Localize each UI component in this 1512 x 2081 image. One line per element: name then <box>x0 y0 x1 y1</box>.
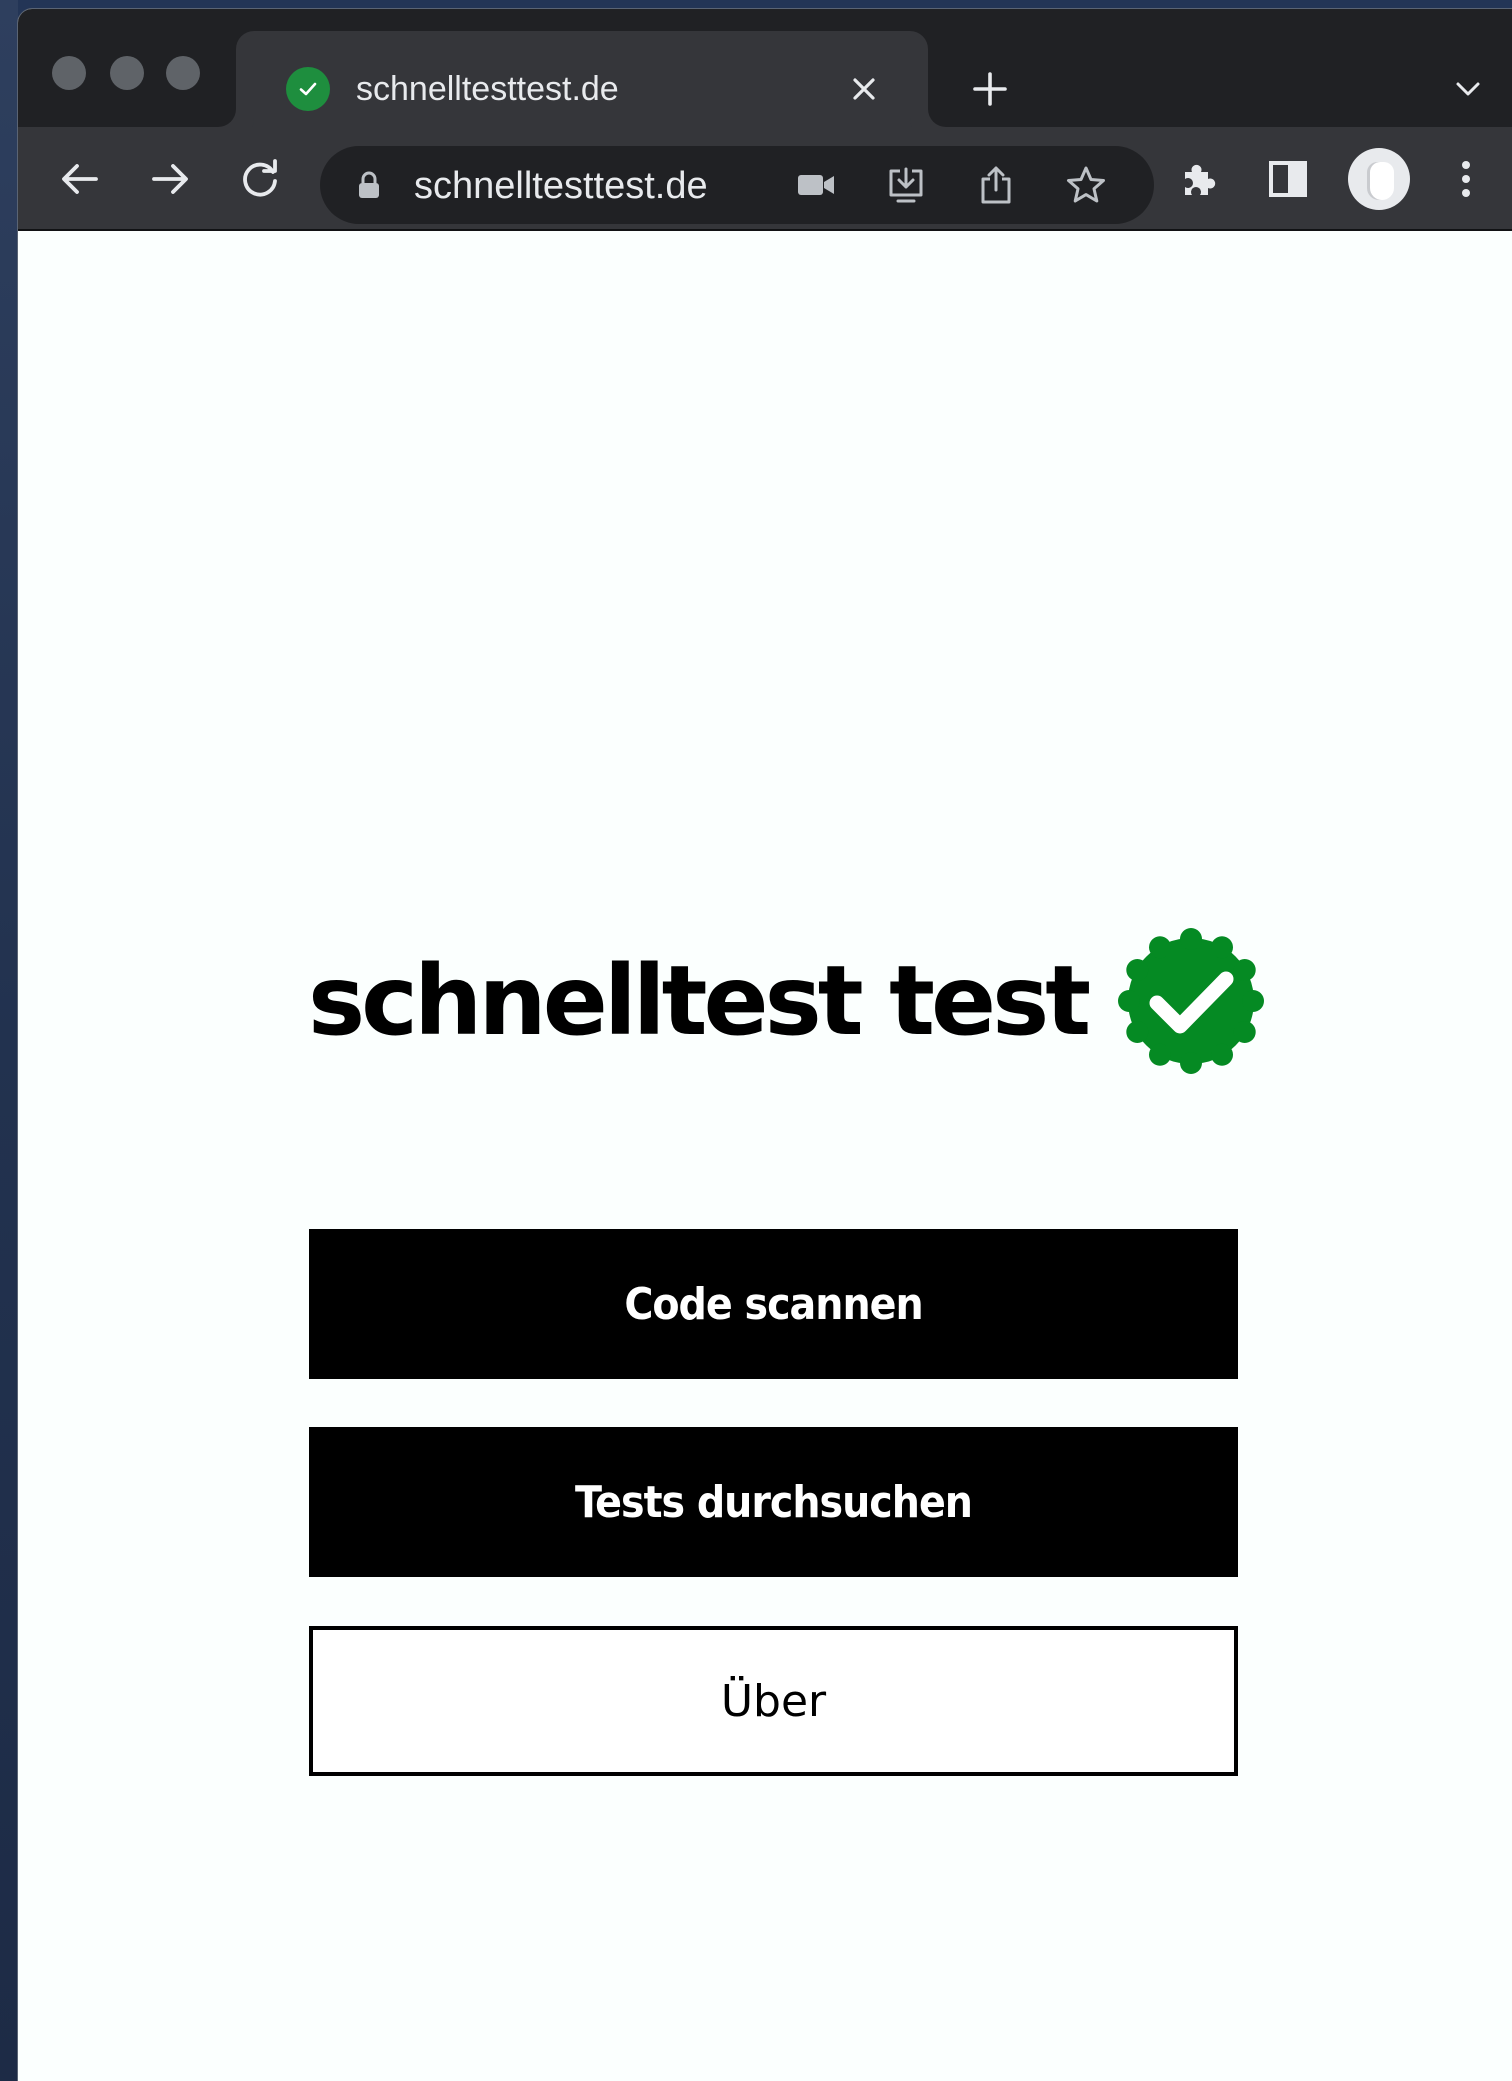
tab-title: schnelltesttest.de <box>356 70 619 108</box>
new-tab-plus-icon[interactable] <box>968 67 1012 111</box>
search-tests-button[interactable]: Tests durchsuchen <box>309 1427 1238 1577</box>
browser-window: schnelltesttest.de schnelltesttest.de sc… <box>18 9 1512 2081</box>
desktop-background <box>0 0 18 2081</box>
scan-code-button[interactable]: Code scannen <box>309 1229 1238 1379</box>
verified-check-badge-icon <box>1117 927 1265 1075</box>
side-panel-icon[interactable] <box>1262 153 1314 205</box>
bookmark-star-icon[interactable] <box>1066 165 1106 205</box>
avatar <box>1348 148 1410 210</box>
window-minimize-button[interactable] <box>110 56 144 90</box>
share-icon[interactable] <box>976 165 1016 205</box>
green-check-circle-icon <box>286 67 330 111</box>
reload-icon[interactable] <box>234 153 286 205</box>
back-arrow-icon[interactable] <box>54 153 106 205</box>
lock-icon[interactable] <box>354 170 384 200</box>
chevron-down-icon[interactable] <box>1450 71 1486 107</box>
extensions-puzzle-icon[interactable] <box>1172 153 1224 205</box>
profile-avatar[interactable] <box>1348 148 1410 210</box>
address-bar[interactable]: schnelltesttest.de <box>320 146 1154 224</box>
tab-active[interactable]: schnelltesttest.de <box>236 31 928 127</box>
page-content: schnelltest test Code scannen Tests durc… <box>18 231 1512 2081</box>
tab-strip: schnelltesttest.de <box>18 9 1512 127</box>
install-app-icon[interactable] <box>886 165 926 205</box>
url-text[interactable]: schnelltesttest.de <box>414 164 708 208</box>
camera-icon[interactable] <box>796 165 836 205</box>
forward-arrow-icon[interactable] <box>144 153 196 205</box>
kebab-menu-icon[interactable] <box>1440 153 1492 205</box>
tab-close-icon[interactable] <box>846 71 882 107</box>
window-close-button[interactable] <box>52 56 86 90</box>
logo-wordmark: schnelltest test <box>308 945 1091 1057</box>
browser-toolbar: schnelltesttest.de <box>18 127 1512 231</box>
window-maximize-button[interactable] <box>166 56 200 90</box>
site-logo: schnelltest test <box>308 921 1265 1081</box>
about-button[interactable]: Über <box>309 1626 1238 1776</box>
